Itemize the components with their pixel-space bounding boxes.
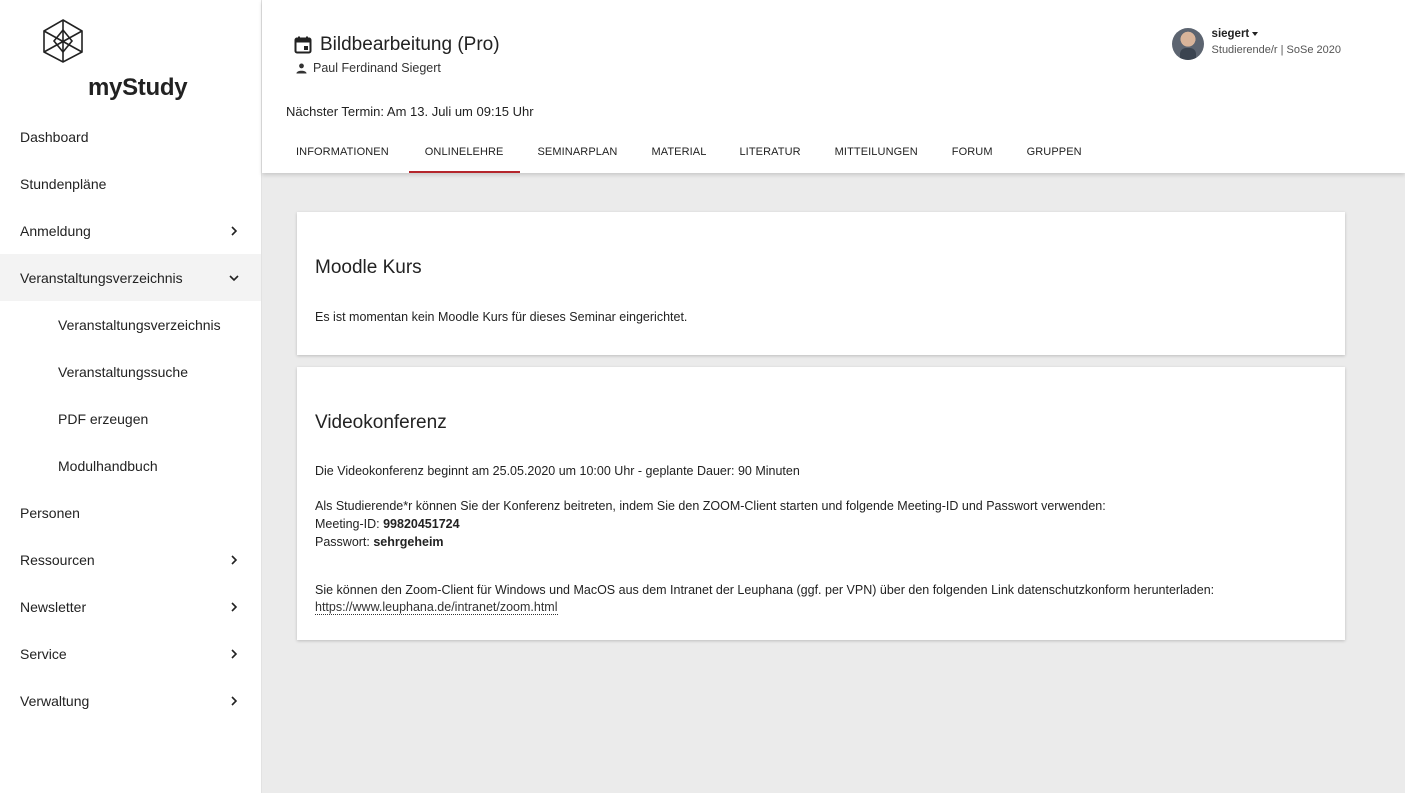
- logo-text: myStudy: [88, 74, 188, 101]
- tab-mitteilungen[interactable]: MITTEILUNGEN: [835, 136, 918, 173]
- course-header: Bildbearbeitung (Pro) Paul Ferdinand Sie…: [262, 0, 1405, 173]
- course-tabs: INFORMATIONEN ONLINELEHRE SEMINARPLAN MA…: [296, 136, 1082, 173]
- zoom-download-text: Sie können den Zoom-Client für Windows u…: [315, 583, 1215, 597]
- videoconference-credentials: Als Studierende*r können Sie der Konfere…: [315, 497, 1106, 551]
- videoconference-card: Videokonferenz Die Videokonferenz beginn…: [297, 367, 1345, 640]
- sidebar-item-newsletter[interactable]: Newsletter: [0, 583, 261, 630]
- videoconference-card-title: Videokonferenz: [315, 412, 447, 433]
- sidebar-item-label: Veranstaltungsverzeichnis: [20, 269, 183, 286]
- sidebar-item-label: PDF erzeugen: [58, 410, 149, 427]
- password-value: sehrgeheim: [373, 535, 444, 549]
- sidebar-item-anmeldung[interactable]: Anmeldung: [0, 207, 261, 254]
- sidebar: myStudy Dashboard Stundenpläne Anmeldung…: [0, 0, 262, 793]
- logo-icon: [43, 19, 83, 63]
- sidebar-subitem-veranstaltungsverzeichnis[interactable]: Veranstaltungsverzeichnis: [0, 301, 261, 348]
- sidebar-item-service[interactable]: Service: [0, 630, 261, 677]
- avatar[interactable]: [1171, 28, 1204, 60]
- sidebar-item-label: Service: [20, 645, 67, 662]
- password-row: Passwort: sehrgeheim: [315, 533, 1106, 551]
- sidebar-item-label: Verwaltung: [20, 692, 90, 709]
- moodle-card: Moodle Kurs Es ist momentan kein Moodle …: [297, 212, 1345, 355]
- meeting-id-row: Meeting-ID: 99820451724: [315, 515, 1106, 533]
- zoom-download: Sie können den Zoom-Client für Windows u…: [315, 582, 1214, 616]
- course-title-row: Bildbearbeitung (Pro): [294, 34, 500, 56]
- caret-down-icon: [1252, 31, 1259, 36]
- course-title: Bildbearbeitung (Pro): [320, 34, 500, 55]
- sidebar-item-dashboard[interactable]: Dashboard: [0, 113, 261, 160]
- videoconference-join-text: Als Studierende*r können Sie der Konfere…: [315, 499, 1106, 513]
- next-date: Nächster Termin: Am 13. Juli um 09:15 Uh…: [286, 104, 534, 119]
- sidebar-item-verwaltung[interactable]: Verwaltung: [0, 677, 261, 724]
- lecturer-name[interactable]: Paul Ferdinand Siegert: [313, 61, 441, 75]
- tab-informationen[interactable]: INFORMATIONEN: [296, 136, 389, 173]
- meeting-id-value: 99820451724: [383, 517, 460, 531]
- user-name: siegert: [1211, 28, 1250, 40]
- sidebar-item-label: Anmeldung: [20, 222, 91, 239]
- user-name-row[interactable]: siegert: [1212, 28, 1341, 40]
- meeting-id-label: Meeting-ID:: [315, 517, 384, 531]
- chevron-right-icon: [228, 695, 240, 707]
- chevron-right-icon: [228, 601, 240, 613]
- videoconference-start-text: Die Videokonferenz beginnt am 25.05.2020…: [315, 464, 800, 478]
- sidebar-item-label: Newsletter: [20, 598, 87, 615]
- moodle-card-text: Es ist momentan kein Moodle Kurs für die…: [315, 310, 688, 324]
- tab-seminarplan[interactable]: SEMINARPLAN: [538, 136, 618, 173]
- tab-onlinelehre[interactable]: ONLINELEHRE: [408, 136, 520, 173]
- sidebar-item-label: Ressourcen: [20, 551, 95, 568]
- sidebar-item-veranstaltungsverzeichnis[interactable]: Veranstaltungsverzeichnis: [0, 254, 261, 301]
- sidebar-nav: Dashboard Stundenpläne Anmeldung Veranst…: [0, 113, 261, 724]
- chevron-right-icon: [228, 225, 240, 237]
- zoom-download-link[interactable]: https://www.leuphana.de/intranet/zoom.ht…: [315, 600, 558, 615]
- user-role: Studierende/r | SoSe 2020: [1211, 44, 1341, 56]
- sidebar-item-label: Dashboard: [20, 128, 89, 145]
- chevron-down-icon: [228, 272, 240, 284]
- sidebar-item-label: Personen: [20, 504, 80, 521]
- sidebar-item-ressourcen[interactable]: Ressourcen: [0, 536, 261, 583]
- sidebar-item-personen[interactable]: Personen: [0, 489, 261, 536]
- tab-literatur[interactable]: LITERATUR: [739, 136, 800, 173]
- lecturer-row: Paul Ferdinand Siegert: [296, 61, 441, 75]
- sidebar-subitem-veranstaltungssuche[interactable]: Veranstaltungssuche: [0, 348, 261, 395]
- chevron-right-icon: [228, 648, 240, 660]
- person-icon: [296, 63, 307, 74]
- sidebar-subitem-pdf-erzeugen[interactable]: PDF erzeugen: [0, 395, 261, 442]
- chevron-right-icon: [228, 554, 240, 566]
- sidebar-item-label: Stundenpläne: [20, 175, 107, 192]
- calendar-icon: [294, 36, 312, 54]
- tab-material[interactable]: MATERIAL: [651, 136, 706, 173]
- user-menu[interactable]: siegert Studierende/r | SoSe 2020: [1171, 28, 1341, 60]
- logo[interactable]: myStudy: [40, 18, 200, 101]
- moodle-card-title: Moodle Kurs: [315, 257, 422, 278]
- sidebar-item-label: Veranstaltungssuche: [58, 363, 188, 380]
- tab-gruppen[interactable]: GRUPPEN: [1027, 136, 1082, 173]
- sidebar-item-stundenplaene[interactable]: Stundenpläne: [0, 160, 261, 207]
- password-label: Passwort:: [315, 535, 374, 549]
- sidebar-subitem-modulhandbuch[interactable]: Modulhandbuch: [0, 442, 261, 489]
- sidebar-item-label: Veranstaltungsverzeichnis: [58, 316, 221, 333]
- sidebar-item-label: Modulhandbuch: [58, 457, 158, 474]
- tab-forum[interactable]: FORUM: [952, 136, 993, 173]
